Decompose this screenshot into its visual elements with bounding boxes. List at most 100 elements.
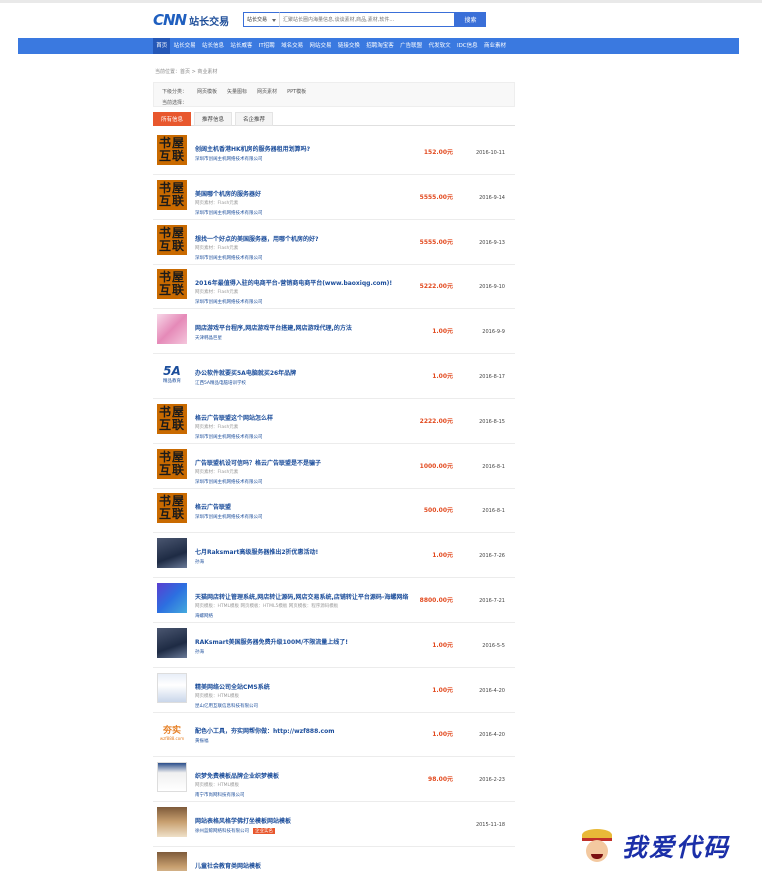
listing-title-link[interactable]: 格云广告联盟这个网站怎么样 (195, 413, 273, 422)
filter-category-link[interactable]: 矢量图标 (227, 88, 247, 95)
listing-title-link[interactable]: 天猫网店转让管理系统,网店转让源码,网店交易系统,店铺转让平台源码-海螺网络 (195, 592, 408, 601)
logo-text: 站长交易 (189, 16, 230, 28)
listing-row: 书屋 互联 广告联盟机设可信吗？格云广告联盟是不是骗子 网页素材：Flash元素 深圳市… (153, 445, 515, 489)
filter-category-link[interactable]: 网页模板 (197, 88, 217, 95)
listing-company-link[interactable]: 孙海 (195, 649, 204, 655)
nav-item[interactable]: IT招聘 (256, 38, 278, 54)
nav-item[interactable]: 链接交换 (335, 38, 363, 54)
search-category-select[interactable]: 站长交易 (243, 12, 279, 27)
listing-title-link[interactable]: 儿童社会教育类网站模板 (195, 861, 261, 870)
listing-title-link[interactable]: 七月Raksmart高级服务器推出2折优惠活动! (195, 547, 318, 556)
listing-category: 网页模板：HTML模板 (195, 693, 240, 699)
listing-thumbnail[interactable]: 书屋 互联 (157, 224, 187, 255)
listing-company-link[interactable]: 深圳市创阔主机网络技术有限公司 (195, 156, 263, 162)
listing-company-link[interactable]: 黄振福 (195, 738, 209, 744)
tab[interactable]: 所有信息 (153, 112, 192, 126)
listing-price: 1.00元 (432, 731, 453, 739)
listing-company-link[interactable]: 海螺网络 (195, 613, 213, 619)
nav-item[interactable]: IDC信息 (454, 38, 481, 54)
listing-company-link[interactable]: 徐州蓝鲸网络科技有限公司 企业实名 (195, 828, 275, 834)
nav-item[interactable]: 招聘淘宝客 (363, 38, 397, 54)
listing-thumbnail[interactable] (157, 314, 187, 345)
listing-company-link[interactable]: 昆山亿用互联信息科技有限公司 (195, 703, 258, 709)
search-bar: 站长交易 搜索 (243, 12, 486, 27)
listing-title-link[interactable]: 网店游戏平台程序,网店游戏平台搭建,网店游戏代理,的方法 (195, 323, 352, 332)
nav-item[interactable]: 代发软文 (425, 38, 453, 54)
listing-title-link[interactable]: 网站表格风格学佛打坐模板网站模板 (195, 816, 291, 825)
company-name: 深圳市创阔主机网络技术有限公司 (195, 515, 263, 521)
listing-category: 网页模板：HTML模板 网页模板：HTML5模板 网页模板：程序源码模板 (195, 604, 339, 609)
listing-thumbnail[interactable]: 书屋 互联 (157, 493, 187, 524)
company-name: 南宁市尚网科技有限公司 (195, 793, 245, 799)
nav-item[interactable]: 站长交易 (170, 38, 198, 54)
listing-row: 书屋 互联 2016年最值得入驻的电商平台-营销商电商平台(www.baoxiqg.… (153, 265, 515, 310)
listing-thumbnail[interactable] (157, 583, 187, 613)
listing-company-link[interactable]: 孙海 (195, 559, 204, 565)
filter-selected-row: 当前选择： (162, 99, 187, 106)
filter-category-link[interactable]: PPT模板 (287, 88, 306, 95)
tab[interactable]: 名企推荐 (235, 112, 274, 126)
listing-thumbnail[interactable]: 5A 精品教育 (157, 359, 187, 389)
listing-title-link[interactable]: 织梦免费模板品牌企业织梦模板 (195, 771, 279, 780)
nav-item[interactable]: 站长威客 (227, 38, 255, 54)
nav-item[interactable]: 商业素材 (481, 38, 509, 54)
verified-badge: 企业实名 (253, 828, 275, 834)
listing-company-link[interactable]: 深圳市创阔主机网络技术有限公司 (195, 210, 263, 216)
listing-company-link[interactable]: 天津韩晶巨星 (195, 335, 222, 341)
listing-category: 网页素材：Flash元素 (195, 290, 239, 296)
listing-date: 2016-8-1 (482, 463, 505, 470)
listing-title-link[interactable]: 配色小工具，夯实网帮你做：http://wzf888.com (195, 726, 334, 735)
listing-category: 网页模板：HTML模板 (195, 783, 240, 789)
listing-title-link[interactable]: 办公软件就要买5A电脑就买26年品牌 (195, 368, 296, 377)
listing-thumbnail[interactable] (157, 762, 187, 793)
listing-title-link[interactable]: 广告联盟机设可信吗？格云广告联盟是不是骗子 (195, 458, 321, 467)
listing-thumbnail[interactable] (157, 672, 187, 703)
listing-thumbnail[interactable] (157, 851, 187, 871)
listing-thumbnail[interactable] (157, 807, 187, 837)
listing-thumbnail[interactable]: 夯实 wzf888.com (157, 717, 187, 748)
listing-company-link[interactable]: 深圳市创阔主机网络技术有限公司 (195, 514, 263, 520)
listing-thumbnail[interactable]: 书屋 互联 (157, 179, 187, 210)
listing-row: 书屋 互联 美国哪个机房的服务器好 网页素材：Flash元素 深圳市创阔主机网络技术有限… (153, 176, 515, 220)
listing-thumbnail[interactable]: 书屋 互联 (157, 135, 187, 165)
listing-row: 书屋 互联 格云广告联盟 深圳市创阔主机网络技术有限公司 500.00元 2016-8-1 (153, 489, 515, 534)
nav-item[interactable]: 首页 (153, 38, 171, 54)
filter-category-link[interactable]: 网页素材 (257, 88, 277, 95)
listing-thumbnail[interactable]: 书屋 互联 (157, 448, 187, 479)
listing-thumbnail[interactable]: 书屋 互联 (157, 269, 187, 300)
listing-company-link[interactable]: 江西5A精品电脑培训学校 (195, 380, 246, 386)
listing-thumbnail[interactable] (157, 627, 187, 658)
listing-company-link[interactable]: 南宁市尚网科技有限公司 (195, 792, 245, 798)
listing-title-link[interactable]: RAKsmart美国服务器免费升级100M/不限流量上线了! (195, 637, 348, 646)
listing-date: 2016-8-17 (479, 374, 505, 380)
nav-item[interactable]: 站长信息 (199, 38, 227, 54)
listing-title-link[interactable]: 想找一个好点的美国服务器，用哪个机房的好? (195, 234, 318, 243)
company-name: 天津韩晶巨星 (195, 336, 222, 342)
tab[interactable]: 推荐信息 (194, 112, 233, 126)
site-logo[interactable]: CNN 站长交易 (153, 11, 230, 29)
search-input[interactable] (279, 12, 455, 27)
listing-company-link[interactable]: 深圳市创阔主机网络技术有限公司 (195, 299, 263, 305)
listing-row: 精美网络公司全站CMS系统 网页模板：HTML模板 昆山亿用互联信息科技有限公司 1.… (153, 669, 515, 713)
listing-thumbnail[interactable]: 书屋 互联 (157, 403, 187, 434)
company-name: 深圳市创阔主机网络技术有限公司 (195, 157, 263, 162)
listing-title-link[interactable]: 精美网络公司全站CMS系统 (195, 682, 270, 691)
listing-title-link[interactable]: 2016年最值得入驻的电商平台-营销商电商平台(www.baoxiqg.com)… (195, 278, 392, 287)
listing-company-link[interactable]: 深圳市创阔主机网络技术有限公司 (195, 255, 263, 261)
listing-title-link[interactable]: 美国哪个机房的服务器好 (195, 189, 261, 198)
company-name: 深圳市创阔主机网络技术有限公司 (195, 210, 263, 216)
listing-row: 天猫网店转让管理系统,网店转让源码,网店交易系统,店铺转让平台源码-海螺网络网页… (153, 579, 515, 623)
listing-title-link[interactable]: 格云广告联盟 (195, 502, 231, 511)
filter-category-label: 下级分类： (162, 89, 188, 95)
nav-item[interactable]: 网站交易 (306, 38, 334, 54)
nav-item[interactable]: 域名交易 (278, 38, 306, 54)
company-name: 深圳市创阔主机网络技术有限公司 (195, 300, 263, 306)
company-name: 深圳市创阔主机网络技术有限公司 (195, 255, 263, 261)
listing-company-link[interactable]: 深圳市创阔主机网络技术有限公司 (195, 479, 263, 485)
listing-thumbnail[interactable] (157, 538, 187, 569)
nav-item[interactable]: 广告联盟 (397, 38, 425, 54)
listing-row: 书屋 互联 创阔主机香港HK机房的服务器租用划算吗? 深圳市创阔主机网络技术有限公司 1… (153, 131, 515, 175)
listing-company-link[interactable]: 深圳市创阔主机网络技术有限公司 (195, 434, 263, 440)
listing-title-link[interactable]: 创阔主机香港HK机房的服务器租用划算吗? (195, 144, 310, 153)
search-button[interactable]: 搜索 (455, 12, 486, 27)
